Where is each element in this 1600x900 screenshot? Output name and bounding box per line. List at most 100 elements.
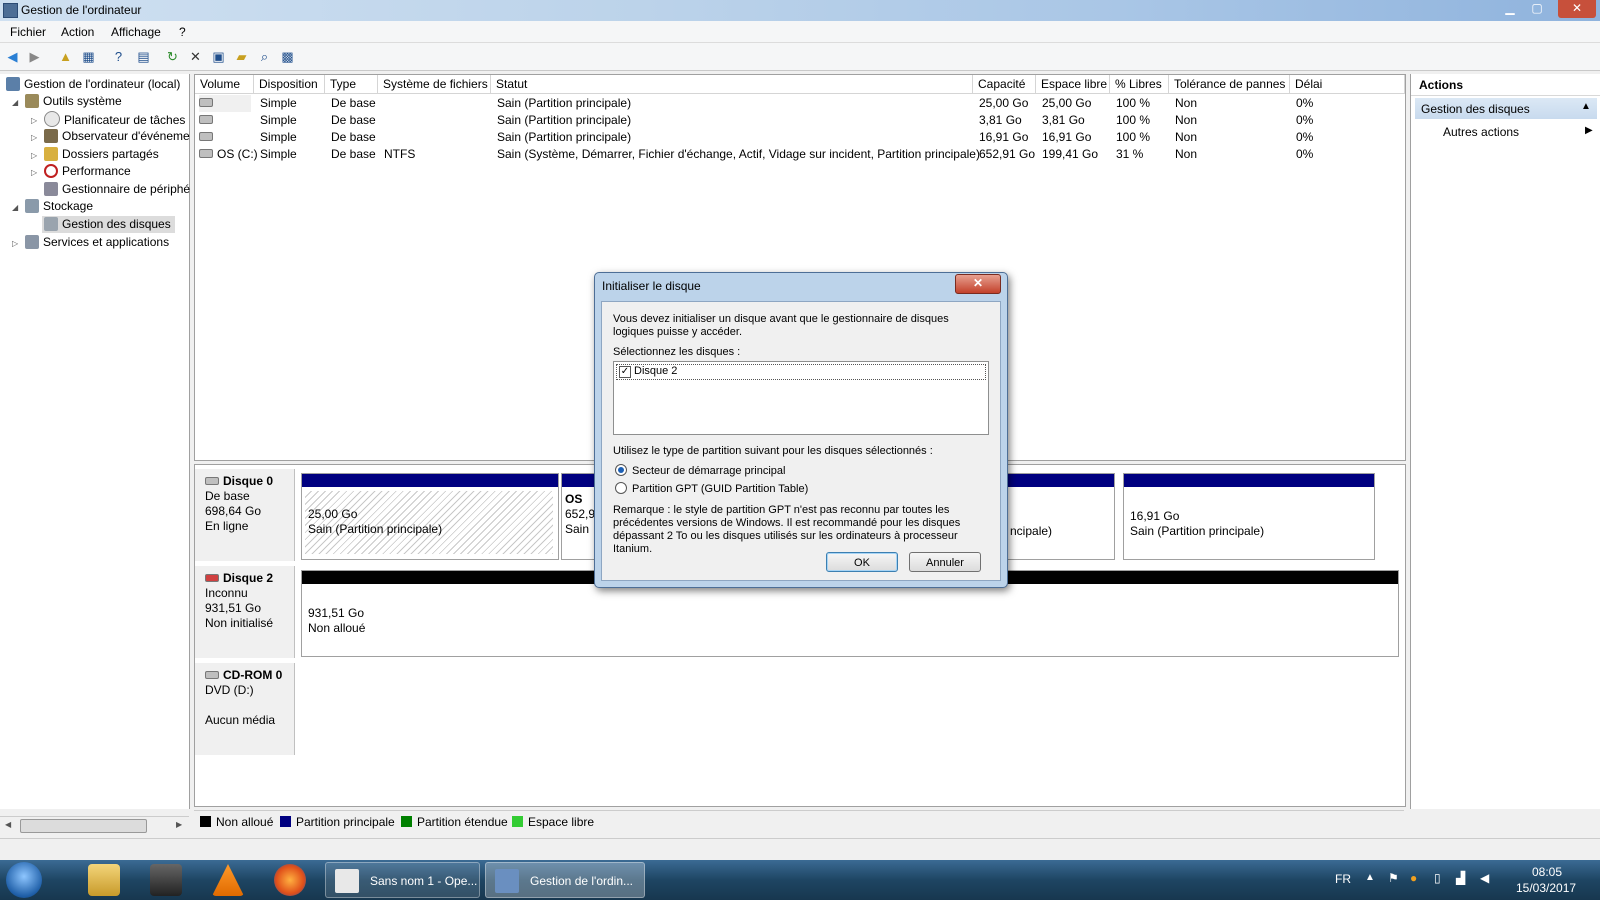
dialog-close-button[interactable]: ✕ [955,274,1001,294]
volume-icon [199,149,213,158]
select-disks-label: Sélectionnez les disques : [613,346,741,358]
actions-pane: Actions Gestion des disques ▲ Autres act… [1410,74,1600,809]
tree-horizontal-scrollbar[interactable]: ◀ ▶ [0,816,189,834]
disk-error-icon [205,574,219,582]
expand-icon[interactable]: ▷ [31,112,37,129]
col-volume[interactable]: Volume [195,75,254,94]
app-icon[interactable] [150,864,182,896]
disk-list[interactable]: ✓ Disque 2 [613,361,989,435]
actions-autres-actions[interactable]: Autres actions ▶ [1415,122,1597,142]
show-hidden-icons-icon[interactable]: ▲ [1365,872,1375,883]
help-icon[interactable]: ? [110,48,127,65]
up-folder-icon[interactable]: ▲ [57,48,74,65]
open-folder-icon[interactable]: ▰ [233,48,250,65]
delete-icon[interactable]: ✕ [187,48,204,65]
actions-section-gestion-disques[interactable]: Gestion des disques ▲ [1415,98,1597,119]
cdrom-label[interactable]: CD-ROM 0 DVD (D:) Aucun média [195,663,295,755]
back-icon[interactable]: ◀ [4,48,21,65]
collapse-up-icon[interactable]: ▲ [1581,101,1591,112]
disk-legend: Non alloué Partition principale Partitio… [194,810,1404,832]
scroll-right-icon[interactable]: ▶ [176,820,182,829]
tree-item-stockage[interactable]: ◢ Stockage [12,198,93,215]
cancel-button[interactable]: Annuler [909,552,981,572]
restore-button[interactable]: ▢ [1524,0,1550,18]
tree-item-planificateur[interactable]: ▷ Planificateur de tâches [31,111,185,128]
legend-non-alloue: Non alloué [200,815,273,829]
start-button[interactable] [6,862,42,898]
explorer-icon[interactable] [88,864,120,896]
battery-icon[interactable]: ▯ [1434,871,1441,885]
minimize-button[interactable]: ▁ [1497,0,1523,18]
toolbar: ◀ ▶ ▲ ▦ ? ▤ ↻ ✕ ▣ ▰ ⌕ ▩ [0,43,1600,71]
disk0-partition-1[interactable]: 25,00 Go Sain (Partition principale) [301,473,559,560]
expand-icon[interactable]: ▷ [31,164,37,181]
disk2-checkbox[interactable]: ✓ [619,366,631,378]
dialog-body: Vous devez initialiser un disque avant q… [601,301,1001,581]
tree-item-observateur[interactable]: ▷ Observateur d'événeme [31,128,190,145]
show-hide-tree-icon[interactable]: ▦ [80,48,97,65]
disk0-label[interactable]: Disque 0 De base 698,64 Go En ligne [195,469,295,561]
flag-icon[interactable]: ⚑ [1388,871,1399,885]
forward-icon[interactable]: ▶ [26,48,43,65]
col-disposition[interactable]: Disposition [254,75,325,94]
computer-management-icon [3,3,18,18]
document-icon [335,869,359,893]
option-mbr[interactable]: Secteur de démarrage principal [615,464,785,478]
menu-fichier[interactable]: Fichier [10,25,46,39]
collapse-icon[interactable]: ◢ [12,94,18,111]
ok-button[interactable]: OK [826,552,898,572]
volume-icon [199,98,213,107]
properties-icon[interactable]: ▣ [210,48,227,65]
disk-icon [205,477,219,485]
properties-pane-icon[interactable]: ▤ [135,48,152,65]
tree-item-dossiers-partages[interactable]: ▷ Dossiers partagés [31,146,159,163]
col-tolerance[interactable]: Tolérance de pannes [1169,75,1290,94]
col-systeme-fichiers[interactable]: Système de fichiers [378,75,491,94]
firefox-icon[interactable] [274,864,306,896]
taskbar-item-gestion[interactable]: Gestion de l'ordin... [485,862,645,898]
legend-partition-principale: Partition principale [280,815,395,829]
taskbar-item-openoffice[interactable]: Sans nom 1 - Ope... [325,862,480,898]
volume-speaker-icon[interactable]: ◀ [1480,871,1489,885]
col-pct-libres[interactable]: % Libres [1110,75,1169,94]
tree-item-services-applications[interactable]: ▷ Services et applications [12,234,169,251]
disk0-partition-3[interactable]: ncipale) [1007,473,1115,560]
mbr-radio[interactable] [615,464,627,476]
services-icon [25,235,39,249]
col-delai[interactable]: Délai [1290,75,1405,94]
language-indicator[interactable]: FR [1335,872,1351,886]
menu-action[interactable]: Action [61,25,94,39]
search-icon[interactable]: ⌕ [256,48,273,65]
tray-app-icon[interactable]: ● [1410,871,1417,885]
scroll-thumb[interactable] [20,819,147,833]
disk0-partition-4[interactable]: 16,91 Go Sain (Partition principale) [1123,473,1375,560]
option-gpt[interactable]: Partition GPT (GUID Partition Table) [615,482,808,496]
tree-item-gestionnaire-peripheriques[interactable]: Gestionnaire de périphé [44,181,190,198]
disk-settings-icon[interactable]: ▩ [279,48,296,65]
col-capacite[interactable]: Capacité [973,75,1036,94]
network-icon[interactable]: ▟ [1456,871,1465,885]
expand-icon[interactable]: ▷ [31,129,37,146]
tree-item-gestion-disques[interactable]: Gestion des disques [42,216,175,233]
volume-icon [199,132,213,141]
col-statut[interactable]: Statut [491,75,973,94]
clock-time[interactable]: 08:05 [1532,865,1562,879]
expand-icon[interactable]: ▷ [12,235,18,252]
tree-item-performance[interactable]: ▷ Performance [31,163,131,180]
collapse-icon[interactable]: ◢ [12,199,18,216]
close-button[interactable]: ✕ [1558,0,1596,18]
list-item[interactable]: ✓ Disque 2 [616,364,986,380]
menu-affichage[interactable]: Affichage [111,25,161,39]
tree-item-outils-systeme[interactable]: ◢ Outils système [12,93,122,110]
menu-help[interactable]: ? [179,25,186,39]
tree-root[interactable]: Gestion de l'ordinateur (local) [6,76,180,93]
scroll-left-icon[interactable]: ◀ [5,820,11,829]
vlc-icon[interactable] [212,864,244,896]
expand-icon[interactable]: ▷ [31,147,37,164]
refresh-icon[interactable]: ↻ [164,48,181,65]
col-type[interactable]: Type [325,75,378,94]
disk2-label[interactable]: Disque 2 Inconnu 931,51 Go Non initialis… [195,566,295,658]
gpt-radio[interactable] [615,482,627,494]
clock-date[interactable]: 15/03/2017 [1516,881,1576,895]
col-espace-libre[interactable]: Espace libre [1036,75,1110,94]
